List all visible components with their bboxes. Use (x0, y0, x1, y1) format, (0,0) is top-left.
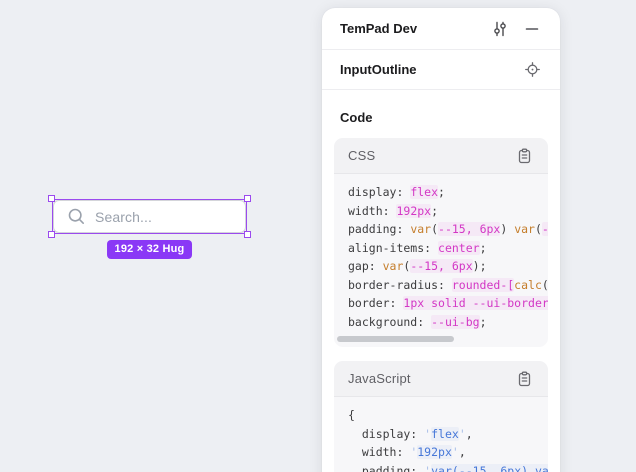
minimize-button[interactable] (520, 17, 544, 41)
locate-target-icon (525, 62, 540, 77)
css-horizontal-scrollbar (334, 333, 548, 347)
sliders-icon (492, 21, 508, 37)
css-code-card: CSS display: flex;width: 192px;padding: … (334, 138, 548, 347)
copy-javascript-button[interactable] (512, 367, 536, 391)
selected-search-element[interactable]: Search... 192 × 32 Hug (53, 200, 246, 233)
selection-handle-bottom-left[interactable] (48, 231, 55, 238)
selected-component-row: InputOutline (322, 50, 560, 90)
copy-clipboard-icon (517, 148, 532, 164)
tempad-dev-plugin-panel: TemPad Dev InputOutline (322, 8, 560, 472)
css-scrollbar-thumb[interactable] (337, 336, 454, 342)
code-section-label: Code (340, 110, 542, 125)
copy-css-button[interactable] (512, 144, 536, 168)
selection-handle-bottom-right[interactable] (244, 231, 251, 238)
plugin-panel-header: TemPad Dev (322, 8, 560, 50)
copy-clipboard-icon (517, 371, 532, 387)
css-card-header: CSS (334, 138, 548, 174)
component-name: InputOutline (340, 62, 520, 77)
search-icon (67, 207, 86, 226)
locate-component-button[interactable] (520, 58, 544, 82)
javascript-card-label: JavaScript (348, 371, 512, 386)
search-placeholder: Search... (95, 209, 152, 225)
selection-handle-top-left[interactable] (48, 195, 55, 202)
javascript-code: { display: 'flex', width: '192px', paddi… (334, 397, 548, 472)
preferences-button[interactable] (488, 17, 512, 41)
javascript-card-header: JavaScript (334, 361, 548, 397)
selection-handle-top-right[interactable] (244, 195, 251, 202)
javascript-code-card: JavaScript { display: 'flex', width: '19… (334, 361, 548, 472)
panel-body: Code CSS display: flex;width: 192px;padd (322, 90, 560, 472)
selection-size-badge: 192 × 32 Hug (107, 240, 193, 259)
minus-icon (525, 22, 539, 36)
css-card-label: CSS (348, 148, 512, 163)
search-input[interactable]: Search... (53, 200, 246, 233)
plugin-title: TemPad Dev (340, 21, 488, 36)
css-code: display: flex;width: 192px;padding: var(… (334, 174, 548, 333)
